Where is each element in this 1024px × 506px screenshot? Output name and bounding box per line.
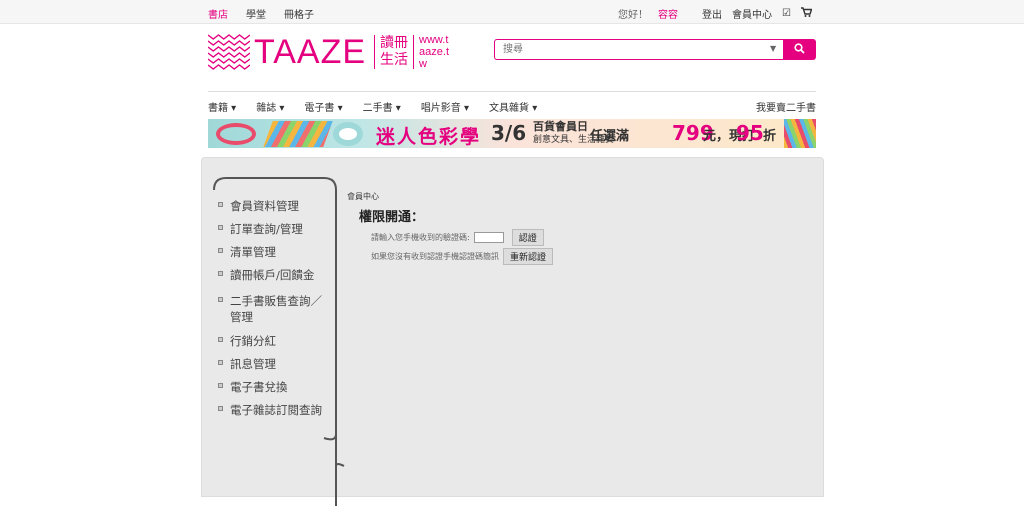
greeting: 您好！ [618, 10, 649, 21]
brand-url: www.taaze.tw [419, 34, 450, 70]
search-bar: ▼ [494, 39, 816, 60]
verify-row: 請輸入您手機收到的驗證碼: 認證 [371, 229, 817, 246]
top-link-bookstore[interactable]: 書店 [208, 6, 228, 21]
breadcrumb: 會員中心 [347, 192, 379, 201]
checklist-icon[interactable]: ☑ [782, 8, 791, 19]
square-bullet-icon [218, 383, 223, 388]
zigzag-logo-icon [208, 34, 250, 70]
site-header: TAAZE 讀冊生活 www.taaze.tw ▼ [208, 30, 816, 78]
nav-item-magazines[interactable]: 雜誌 ▾ [256, 99, 284, 114]
nav-item-ebooks[interactable]: 電子書 ▾ [304, 99, 342, 114]
search-icon [794, 42, 805, 54]
sidebar-item-orders[interactable]: 訂單查詢/管理 [218, 221, 328, 237]
banner-headline: 迷人色彩學 [376, 126, 482, 148]
search-input[interactable] [494, 39, 783, 60]
square-bullet-icon [218, 225, 223, 230]
top-link-school[interactable]: 學堂 [246, 6, 266, 21]
brand-name: TAAZE [254, 32, 367, 71]
sidebar-item-messages[interactable]: 訊息管理 [218, 356, 328, 372]
sidebar-item-lists[interactable]: 清單管理 [218, 244, 328, 260]
cart-icon[interactable] [801, 7, 813, 20]
top-link-grid[interactable]: 冊格子 [284, 6, 314, 21]
page-title: 權限開通： [359, 210, 425, 225]
resend-row: 如果您沒有收到認證手機認證碼簡訊 重新認證 [371, 248, 817, 265]
verify-button[interactable]: 認證 [511, 229, 544, 246]
promo-banner[interactable]: 迷人色彩學 3/6 百貨會員日 創意文具、生活雜貨 任選滿 799 元，現打 95… [208, 119, 816, 148]
nav-item-music-video[interactable]: 唱片影音 ▾ [421, 99, 469, 114]
sidebar-item-used-sales[interactable]: 二手書販售查詢／管理 [218, 293, 328, 325]
brand-chinese: 讀冊生活 [374, 35, 415, 69]
square-bullet-icon [218, 248, 223, 253]
top-links: 書店 學堂 冊格子 [208, 6, 314, 21]
square-bullet-icon [218, 271, 223, 276]
main-area: 會員中心 權限開通： 請輸入您手機收到的驗證碼: 認證 如果您沒有收到認證手機認… [347, 191, 817, 265]
sidebar-item-emag-subscriptions[interactable]: 電子雜誌訂閱查詢 [218, 402, 328, 418]
verification-code-input[interactable] [473, 232, 504, 243]
square-bullet-icon [218, 297, 223, 302]
sidebar: 會員資料管理 訂單查詢/管理 清單管理 讀冊帳戶/回饋金 二手書販售查詢／管理 … [212, 176, 348, 506]
nav-item-books[interactable]: 書籍 ▾ [208, 99, 236, 114]
banner-discount-unit: 折 [763, 129, 777, 144]
chevron-down-icon[interactable]: ▼ [770, 44, 776, 53]
nav-item-used-books[interactable]: 二手書 ▾ [363, 99, 401, 114]
square-bullet-icon [218, 202, 223, 207]
resend-button[interactable]: 重新認證 [503, 248, 554, 265]
banner-date: 3/6 [491, 121, 527, 145]
sidebar-item-ebook-redeem[interactable]: 電子書兌換 [218, 379, 328, 395]
logo[interactable]: TAAZE 讀冊生活 www.taaze.tw [208, 32, 451, 72]
colored-pencils-icon [263, 121, 333, 147]
top-user-area: 您好！ 容容 登出 會員中心 ☑ [618, 6, 813, 21]
square-bullet-icon [218, 406, 223, 411]
square-bullet-icon [218, 337, 223, 342]
nav-items: 書籍 ▾ 雜誌 ▾ 電子書 ▾ 二手書 ▾ 唱片影音 ▾ 文具雜貨 ▾ [208, 99, 537, 114]
resend-prompt: 如果您沒有收到認證手機認證碼簡訊 [371, 252, 499, 261]
square-bullet-icon [218, 360, 223, 365]
verify-prompt: 請輸入您手機收到的驗證碼: [371, 233, 470, 242]
tape-roll-icon [333, 122, 363, 146]
sell-used-books-link[interactable]: 我要賣二手書 [756, 99, 816, 114]
sidebar-item-member-info[interactable]: 會員資料管理 [218, 198, 328, 214]
main-nav: 書籍 ▾ 雜誌 ▾ 電子書 ▾ 二手書 ▾ 唱片影音 ▾ 文具雜貨 ▾ 我要賣二… [208, 91, 816, 117]
member-content-panel: 會員資料管理 訂單查詢/管理 清單管理 讀冊帳戶/回饋金 二手書販售查詢／管理 … [201, 157, 824, 506]
scissors-icon [216, 123, 256, 145]
nav-item-stationery[interactable]: 文具雜貨 ▾ [489, 99, 537, 114]
top-bar: 書店 學堂 冊格子 您好！ 容容 登出 會員中心 ☑ [0, 0, 1024, 24]
pencils-icon [784, 119, 816, 148]
search-button[interactable] [783, 39, 816, 60]
sidebar-item-marketing[interactable]: 行銷分紅 [218, 333, 328, 349]
banner-offer-prefix: 任選滿 [590, 129, 630, 144]
logout-link[interactable]: 登出 [702, 6, 722, 21]
sidebar-menu: 會員資料管理 訂單查詢/管理 清單管理 讀冊帳戶/回饋金 二手書販售查詢／管理 … [218, 198, 328, 418]
member-center-link[interactable]: 會員中心 [732, 6, 772, 21]
username-link[interactable]: 容容 [658, 6, 678, 21]
sidebar-item-account[interactable]: 讀冊帳戶/回饋金 [218, 267, 328, 283]
banner-discount: 95 [736, 121, 764, 145]
